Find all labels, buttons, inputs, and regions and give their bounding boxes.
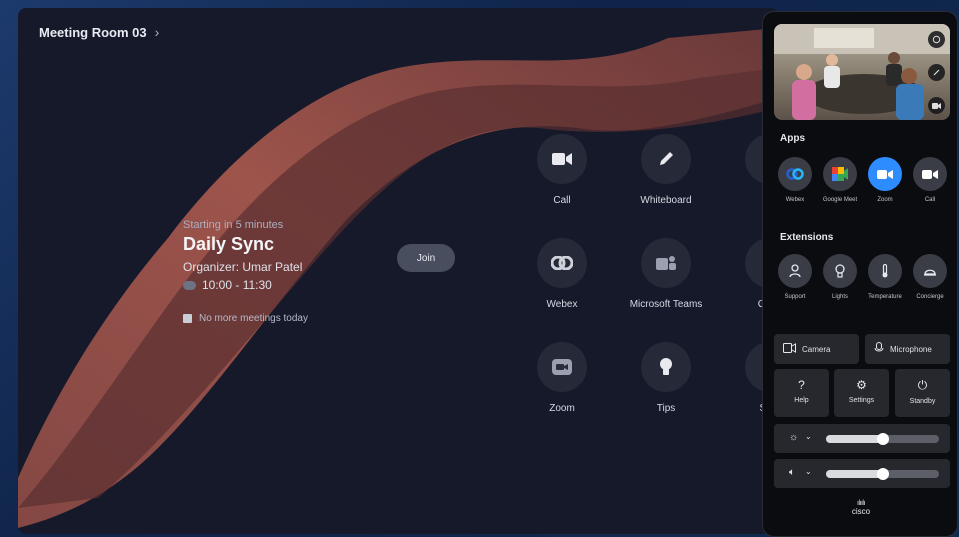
tile-label: Zoom: [549, 403, 575, 414]
cisco-bars-icon: ılıılı: [857, 500, 865, 507]
gear-icon: ⚙: [856, 378, 867, 392]
extension-temperature[interactable]: Temperature: [862, 254, 908, 300]
extensions-section-title: Extensions: [780, 232, 834, 243]
meeting-start-notice: Starting in 5 minutes: [183, 219, 284, 231]
help-icon: ?: [798, 378, 805, 392]
camera-label: Camera: [802, 344, 831, 354]
brightness-slider[interactable]: ☼ ⌄: [774, 424, 950, 453]
help-button[interactable]: ? Help: [774, 369, 829, 417]
bell-icon: [913, 254, 947, 288]
meeting-title: Daily Sync: [183, 234, 275, 254]
volume-knob[interactable]: [877, 468, 889, 480]
brightness-fill: [826, 435, 883, 443]
volume-track[interactable]: [826, 468, 939, 480]
tile-whiteboard[interactable]: Whiteboard: [611, 134, 721, 206]
extension-label: Concierge: [916, 294, 944, 300]
join-button[interactable]: Join: [397, 244, 455, 272]
app-call[interactable]: Call: [907, 157, 953, 203]
chevron-right-icon: ›: [154, 24, 160, 40]
tile-label: Microsoft Teams: [629, 299, 703, 310]
tile-zoom[interactable]: Zoom: [507, 342, 617, 414]
tile-call[interactable]: Call: [507, 134, 617, 206]
thermometer-icon: [868, 254, 902, 288]
speaker-icon: 🔈︎: [789, 467, 795, 478]
tile-webex[interactable]: Webex: [507, 238, 617, 310]
no-more-meetings-text: No more meetings today: [199, 313, 308, 324]
meeting-room-photo: [774, 24, 950, 120]
app-google-meet[interactable]: Google Meet: [817, 157, 863, 203]
lightbulb-icon: [823, 254, 857, 288]
brightness-icon: ☼: [789, 432, 799, 443]
zoom-icon: [537, 342, 587, 392]
tile-label: Webex: [546, 299, 578, 310]
control-panel: Apps Webex Google Meet Zoom Call Extensi…: [762, 11, 958, 537]
standby-label: Standby: [909, 398, 936, 405]
extension-label: Lights: [831, 294, 848, 300]
microphone-label: Microphone: [890, 344, 932, 354]
app-label: Zoom: [877, 197, 893, 203]
webex-icon: [537, 238, 587, 288]
cisco-logo: ılıılı cisco: [763, 500, 957, 516]
camera-icon: [783, 343, 796, 355]
power-icon: ⏻: [917, 378, 928, 392]
self-view-video[interactable]: [774, 24, 950, 120]
room-title: Meeting Room 03: [39, 24, 147, 40]
chevron-down-icon[interactable]: ⌄: [805, 432, 812, 441]
webex-icon: [183, 280, 196, 290]
teams-icon: [641, 238, 691, 288]
tile-tips[interactable]: Tips: [611, 342, 721, 414]
google-meet-icon: [823, 157, 857, 191]
brightness-knob[interactable]: [877, 433, 889, 445]
no-more-meetings-row: No more meetings today: [183, 313, 423, 324]
volume-slider[interactable]: 🔈︎ ⌄: [774, 459, 950, 488]
room-title-button[interactable]: Meeting Room 03 ›: [39, 24, 159, 40]
settings-button[interactable]: ⚙ Settings: [834, 369, 889, 417]
microphone-icon: [874, 342, 884, 356]
tile-label: Whiteboard: [640, 195, 692, 206]
video-camera-icon: [537, 134, 587, 184]
pin-icon[interactable]: [928, 64, 945, 81]
extension-lights[interactable]: Lights: [817, 254, 863, 300]
lightbulb-icon: [641, 342, 691, 392]
meeting-time: 10:00 - 11:30: [202, 278, 272, 292]
video-camera-icon: [913, 157, 947, 191]
app-label: Call: [924, 197, 936, 203]
app-label: Webex: [785, 197, 805, 203]
extension-support[interactable]: Support: [772, 254, 818, 300]
tile-label: Tips: [656, 403, 676, 414]
help-label: Help: [794, 397, 809, 404]
brightness-track[interactable]: [826, 433, 939, 445]
app-zoom[interactable]: Zoom: [862, 157, 908, 203]
upcoming-meeting-card: Starting in 5 minutes Daily Sync Organiz…: [183, 219, 423, 324]
zoom-icon: [868, 157, 902, 191]
chevron-down-icon[interactable]: ⌄: [805, 467, 812, 476]
refresh-icon[interactable]: [928, 31, 945, 48]
standby-button[interactable]: ⏻ Standby: [895, 369, 950, 417]
extension-label: Temperature: [868, 294, 902, 300]
person-icon: [778, 254, 812, 288]
tile-label: Call: [553, 195, 571, 206]
volume-fill: [826, 470, 883, 478]
apps-section-title: Apps: [780, 133, 805, 144]
app-webex[interactable]: Webex: [772, 157, 818, 203]
calendar-icon: [183, 314, 192, 323]
app-label: Google Meet: [822, 197, 858, 203]
meeting-time-row: 10:00 - 11:30: [183, 278, 423, 292]
webex-icon: [778, 157, 812, 191]
microphone-button[interactable]: Microphone: [865, 334, 950, 364]
settings-label: Settings: [848, 397, 875, 404]
extension-concierge[interactable]: Concierge: [907, 254, 953, 300]
camera-button[interactable]: Camera: [774, 334, 859, 364]
extension-label: Support: [784, 294, 806, 300]
brand-name: cisco: [851, 507, 871, 516]
main-screen: Meeting Room 03 › Starting in 5 minutes …: [18, 8, 778, 534]
camera-view-icon[interactable]: [928, 97, 945, 114]
meeting-organizer: Organizer: Umar Patel: [183, 260, 303, 274]
pen-icon: [641, 134, 691, 184]
tile-microsoft-teams[interactable]: Microsoft Teams: [611, 238, 721, 310]
